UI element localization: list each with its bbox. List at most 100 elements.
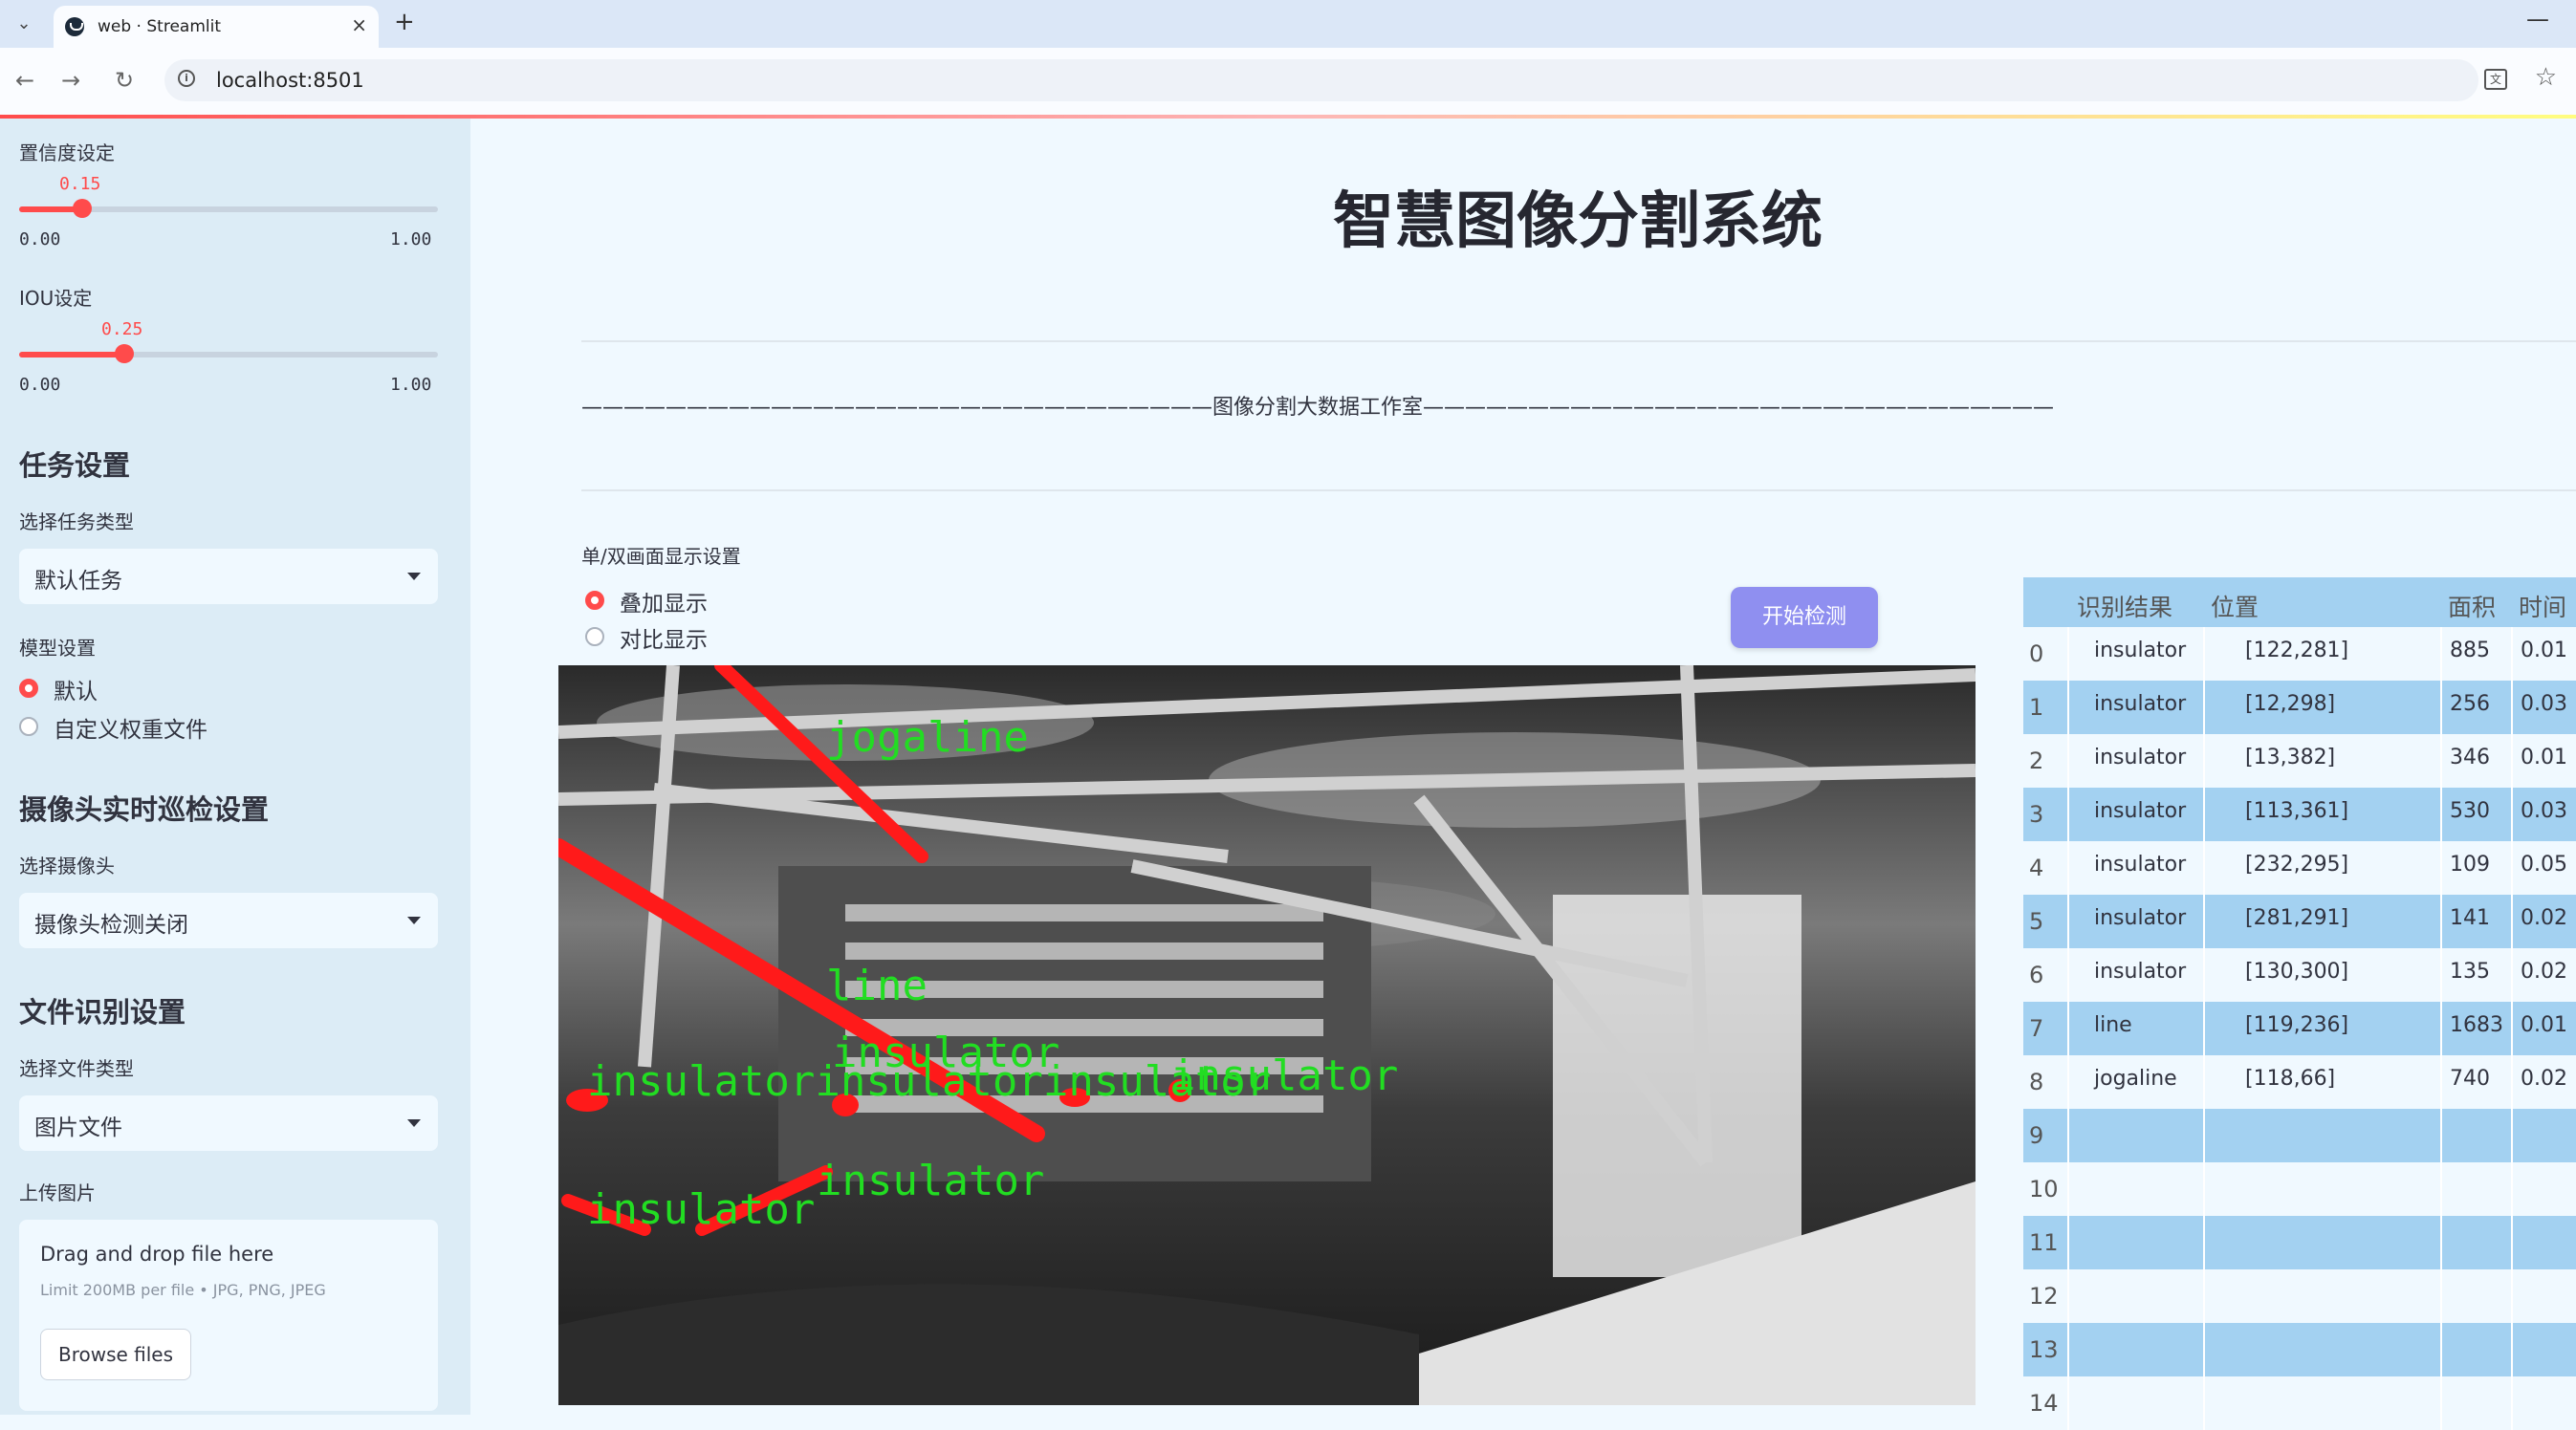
column-divider xyxy=(2203,895,2205,948)
table-cell-time: 0.01 xyxy=(2521,639,2567,662)
start-detection-button[interactable]: 开始检测 xyxy=(1731,587,1878,648)
radio-unselected-icon[interactable] xyxy=(19,717,38,736)
radio-unselected-icon[interactable] xyxy=(585,627,604,646)
table-row[interactable]: 8 jogaline [118,66] 740 0.02 xyxy=(2023,1055,2576,1109)
table-cell-label: insulator xyxy=(2094,746,2187,769)
forward-icon[interactable]: → xyxy=(61,67,80,94)
column-divider xyxy=(2511,1055,2513,1109)
camera-value: 摄像头检测关闭 xyxy=(34,913,188,938)
column-divider xyxy=(2067,627,2069,681)
column-divider xyxy=(2511,841,2513,895)
table-row[interactable]: 3 insulator [113,361] 530 0.03 xyxy=(2023,788,2576,841)
column-divider xyxy=(2440,627,2442,681)
task-heading: 任务设置 xyxy=(19,449,131,482)
table-cell-time: 0.05 xyxy=(2521,853,2567,877)
table-row[interactable]: 12 xyxy=(2023,1269,2576,1323)
column-divider xyxy=(2440,1269,2442,1323)
column-divider xyxy=(2440,1323,2442,1376)
table-row[interactable]: 6 insulator [130,300] 135 0.02 xyxy=(2023,948,2576,1002)
translate-icon[interactable]: 文 xyxy=(2484,69,2507,90)
column-divider xyxy=(2440,895,2442,948)
table-row[interactable]: 2 insulator [13,382] 346 0.01 xyxy=(2023,734,2576,788)
table-cell-time: 0.03 xyxy=(2521,799,2567,823)
table-cell-label: insulator xyxy=(2094,692,2187,716)
tab-title: web · Streamlit xyxy=(98,17,221,36)
table-cell-time: 0.02 xyxy=(2521,906,2567,930)
browse-files-button[interactable]: Browse files xyxy=(40,1329,191,1380)
table-row[interactable]: 1 insulator [12,298] 256 0.03 xyxy=(2023,681,2576,734)
new-tab-icon[interactable]: + xyxy=(394,8,415,36)
iou-value: 0.25 xyxy=(101,319,143,339)
column-divider xyxy=(2440,841,2442,895)
column-divider xyxy=(2067,681,2069,734)
row-index: 13 xyxy=(2029,1336,2059,1363)
task-type-label: 选择任务类型 xyxy=(19,510,134,533)
file-type-select[interactable]: 图片文件 xyxy=(19,1095,438,1151)
table-cell-time: 0.01 xyxy=(2521,746,2567,769)
table-row[interactable]: 9 xyxy=(2023,1109,2576,1162)
reload-icon[interactable]: ↻ xyxy=(115,67,134,94)
url-text[interactable]: localhost:8501 xyxy=(216,69,364,92)
table-row[interactable]: 5 insulator [281,291] 141 0.02 xyxy=(2023,895,2576,948)
model-label: 模型设置 xyxy=(19,637,96,660)
table-row[interactable]: 13 xyxy=(2023,1323,2576,1376)
close-icon[interactable]: × xyxy=(351,13,367,36)
tab-list-icon[interactable]: ⌄ xyxy=(10,10,38,38)
file-uploader-dropzone[interactable]: Drag and drop file here Limit 200MB per … xyxy=(19,1220,438,1411)
column-divider xyxy=(2203,1216,2205,1269)
display-option-label: 叠加显示 xyxy=(620,592,708,617)
row-index: 9 xyxy=(2029,1122,2044,1149)
column-header[interactable]: 面积 xyxy=(2448,589,2496,623)
column-divider xyxy=(2067,788,2069,841)
column-divider xyxy=(2511,1323,2513,1376)
site-info-icon[interactable]: i xyxy=(178,70,195,87)
radio-selected-icon[interactable] xyxy=(19,679,38,698)
column-divider xyxy=(2511,895,2513,948)
column-divider xyxy=(2203,1162,2205,1216)
table-row[interactable]: 0 insulator [122,281] 885 0.01 xyxy=(2023,627,2576,681)
table-row[interactable]: 11 xyxy=(2023,1216,2576,1269)
row-index: 11 xyxy=(2029,1229,2059,1256)
bookmark-star-icon[interactable]: ☆ xyxy=(2535,63,2557,92)
column-divider xyxy=(2067,1162,2069,1216)
column-divider xyxy=(2203,627,2205,681)
browser-tab[interactable]: web · Streamlit × xyxy=(54,6,379,48)
column-divider xyxy=(2511,788,2513,841)
column-divider xyxy=(2440,788,2442,841)
column-divider xyxy=(2203,1269,2205,1323)
back-icon[interactable]: ← xyxy=(15,67,34,94)
column-divider xyxy=(2440,1109,2442,1162)
column-divider xyxy=(2511,627,2513,681)
table-cell-time: 0.01 xyxy=(2521,1013,2567,1037)
iou-min: 0.00 xyxy=(19,375,61,395)
column-divider xyxy=(2440,1002,2442,1055)
iou-slider-fill xyxy=(19,352,124,358)
camera-select[interactable]: 摄像头检测关闭 xyxy=(19,893,438,948)
column-divider xyxy=(2511,1216,2513,1269)
url-field[interactable]: i localhost:8501 xyxy=(164,59,2478,101)
column-header[interactable]: 位置 xyxy=(2211,589,2259,623)
iou-slider-thumb[interactable] xyxy=(115,344,134,363)
table-row[interactable]: 4 insulator [232,295] 109 0.05 xyxy=(2023,841,2576,895)
iou-slider[interactable] xyxy=(19,344,438,363)
table-row[interactable]: 14 xyxy=(2023,1376,2576,1430)
table-cell-pos: [122,281] xyxy=(2245,639,2349,662)
detection-label: insulator xyxy=(1170,1051,1399,1100)
radio-selected-icon[interactable] xyxy=(585,591,604,610)
row-index: 5 xyxy=(2029,908,2044,935)
minimize-icon[interactable]: — xyxy=(2526,6,2549,32)
confidence-slider-thumb[interactable] xyxy=(73,199,92,218)
column-header[interactable]: 时间 xyxy=(2519,589,2566,623)
column-divider xyxy=(2067,1376,2069,1430)
model-option-label: 自定义权重文件 xyxy=(54,718,207,743)
column-divider xyxy=(2440,1162,2442,1216)
table-row[interactable]: 10 xyxy=(2023,1162,2576,1216)
upload-label: 上传图片 xyxy=(19,1181,96,1204)
confidence-slider[interactable] xyxy=(19,199,438,218)
column-divider xyxy=(2511,734,2513,788)
column-divider xyxy=(2440,734,2442,788)
table-cell-pos: [232,295] xyxy=(2245,853,2349,877)
task-type-select[interactable]: 默认任务 xyxy=(19,549,438,604)
column-header[interactable]: 识别结果 xyxy=(2077,589,2172,623)
table-row[interactable]: 7 line [119,236] 1683 0.01 xyxy=(2023,1002,2576,1055)
